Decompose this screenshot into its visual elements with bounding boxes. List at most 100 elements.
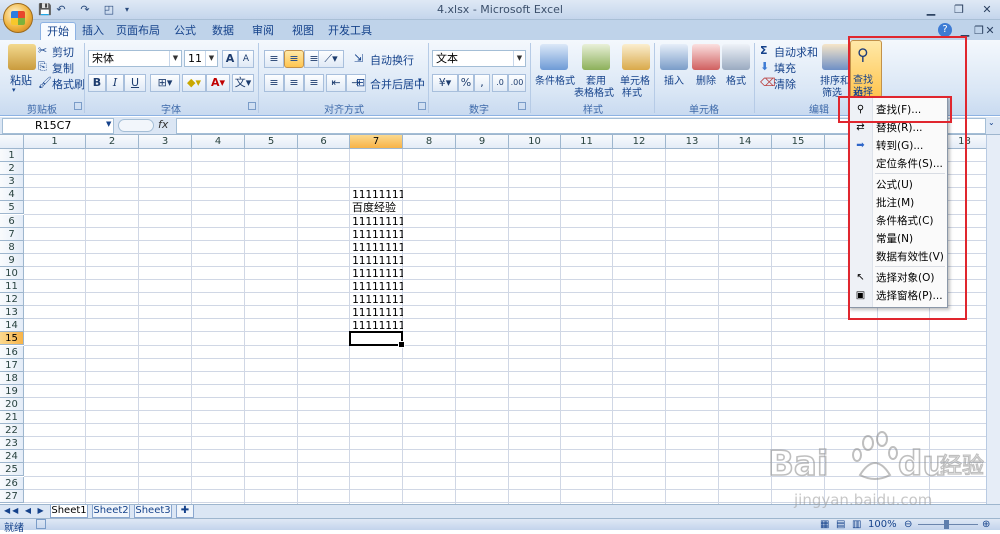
chevron-down-icon[interactable]: ▾ [418, 76, 422, 84]
row-header[interactable]: 17 [0, 358, 24, 372]
delete-cells-icon[interactable] [692, 44, 720, 70]
cell-styles-button-line2[interactable]: 样式 [622, 84, 642, 99]
row-header[interactable]: 2 [0, 162, 24, 176]
column-header[interactable]: 14 [719, 135, 772, 149]
zoom-out-icon[interactable]: ⊖ [904, 519, 912, 530]
align-right-icon[interactable]: ≡ [304, 74, 324, 92]
comma-button[interactable]: , [474, 74, 490, 92]
chevron-down-icon[interactable]: ▼ [513, 51, 525, 66]
row-header[interactable]: 13 [0, 306, 24, 320]
tab-developer[interactable]: 开发工具 [326, 22, 374, 40]
insert-sheet-icon[interactable]: ✚ [176, 505, 194, 518]
align-left-icon[interactable]: ≡ [264, 74, 284, 92]
copy-button[interactable]: 复制 [52, 60, 74, 76]
decrease-indent-icon[interactable]: ⇤ [326, 74, 346, 92]
tab-home[interactable]: 开始 [40, 22, 76, 40]
decrease-decimal-icon[interactable]: .00 [508, 74, 526, 92]
sheet-tab-sheet1[interactable]: Sheet1 [50, 505, 88, 518]
font-size-combo[interactable]: 11 ▼ [184, 50, 218, 67]
italic-button[interactable]: I [106, 74, 124, 92]
clipboard-launcher-icon[interactable] [74, 102, 82, 110]
column-header[interactable]: 8 [403, 135, 456, 149]
number-format-combo[interactable]: 文本 ▼ [432, 50, 526, 67]
format-cells-icon[interactable] [722, 44, 750, 70]
paste-dropdown-icon[interactable]: ▾ [12, 86, 16, 94]
format-painter-button[interactable]: 格式刷 [52, 76, 85, 92]
column-header[interactable]: 13 [666, 135, 719, 149]
number-launcher-icon[interactable] [518, 102, 526, 110]
row-header[interactable]: 25 [0, 463, 24, 477]
fill-down-icon[interactable]: ⬇ [760, 60, 769, 73]
tab-view[interactable]: 视图 [288, 22, 318, 40]
merge-center-button[interactable]: 合并后居中 [370, 76, 425, 92]
zoom-in-icon[interactable]: ⊕ [982, 519, 990, 530]
row-header[interactable]: 6 [0, 214, 24, 228]
zoom-level[interactable]: 100% [868, 519, 897, 530]
insert-cells-button[interactable]: 插入 [664, 72, 684, 87]
clear-button[interactable]: 清除 [774, 76, 796, 92]
cell[interactable]: 11111111 [350, 306, 403, 319]
column-header[interactable]: 1 [24, 135, 86, 149]
row-header[interactable]: 19 [0, 384, 24, 398]
orientation-icon[interactable]: ⟋▾ [318, 50, 344, 68]
phonetic-icon[interactable]: 文▾ [232, 74, 254, 92]
row-header[interactable]: 9 [0, 253, 24, 267]
row-header[interactable]: 22 [0, 424, 24, 438]
row-header[interactable]: 26 [0, 476, 24, 490]
format-painter-icon[interactable]: 🖌 [38, 76, 52, 89]
view-normal-icon[interactable]: ▦ [820, 519, 829, 530]
tab-formulas[interactable]: 公式 [170, 22, 200, 40]
align-top-icon[interactable]: ≡ [264, 50, 284, 68]
row-header[interactable]: 3 [0, 175, 24, 189]
font-color-icon[interactable]: A▾ [206, 74, 230, 92]
column-header[interactable]: 15 [772, 135, 825, 149]
row-header[interactable]: 4 [0, 188, 24, 202]
row-header[interactable]: 1 [0, 149, 24, 163]
column-header[interactable]: 10 [509, 135, 561, 149]
name-box-dropdown-icon[interactable]: ▼ [106, 120, 111, 128]
tab-page-layout[interactable]: 页面布局 [114, 22, 162, 40]
cut-button[interactable]: 剪切 [52, 44, 74, 60]
shrink-font-button[interactable]: A [238, 50, 254, 68]
delete-cells-button[interactable]: 删除 [696, 72, 716, 87]
insert-function-button[interactable]: fx [158, 118, 168, 131]
cell[interactable]: 11111111 [350, 228, 403, 241]
cell[interactable]: 百度经验 [350, 201, 403, 214]
copy-icon[interactable]: ⎘ [38, 60, 47, 74]
expand-formula-bar-icon[interactable]: ⌄ [988, 118, 995, 127]
grow-font-button[interactable]: A [222, 50, 238, 68]
minimize-icon[interactable]: ▁ [920, 2, 942, 17]
percent-button[interactable]: % [458, 74, 474, 92]
row-header[interactable]: 23 [0, 437, 24, 451]
view-page-break-icon[interactable]: ▥ [852, 519, 861, 530]
cell[interactable]: 11111111 [350, 215, 403, 228]
alignment-launcher-icon[interactable] [418, 102, 426, 110]
cell[interactable]: 11111111 [350, 293, 403, 306]
format-cells-button[interactable]: 格式 [726, 72, 746, 87]
chevron-down-icon[interactable]: ▼ [169, 51, 181, 66]
cell[interactable]: 11111111 [350, 267, 403, 280]
font-name-combo[interactable]: 宋体 ▼ [88, 50, 182, 67]
active-cell[interactable] [349, 331, 405, 349]
increase-decimal-icon[interactable]: .0 [492, 74, 508, 92]
column-header[interactable]: 4 [192, 135, 245, 149]
insert-cells-icon[interactable] [660, 44, 688, 70]
row-header[interactable]: 24 [0, 450, 24, 464]
autosum-icon[interactable]: Σ [760, 44, 768, 57]
column-header[interactable]: 11 [561, 135, 613, 149]
column-header[interactable]: 3 [139, 135, 192, 149]
column-header[interactable]: 12 [613, 135, 666, 149]
cell[interactable]: 11111111 [350, 254, 403, 267]
tab-insert[interactable]: 插入 [78, 22, 108, 40]
close-icon[interactable]: ✕ [976, 2, 998, 17]
row-header[interactable]: 18 [0, 371, 24, 385]
font-launcher-icon[interactable] [248, 102, 256, 110]
cell-styles-icon[interactable] [622, 44, 650, 70]
tab-review[interactable]: 审阅 [248, 22, 278, 40]
merge-icon[interactable]: ⊟ [356, 76, 365, 89]
row-header[interactable]: 12 [0, 293, 24, 307]
tab-data[interactable]: 数据 [208, 22, 238, 40]
column-header[interactable]: 7 [350, 135, 403, 149]
help-icon[interactable]: ? [938, 23, 952, 37]
format-as-table-icon[interactable] [582, 44, 610, 70]
